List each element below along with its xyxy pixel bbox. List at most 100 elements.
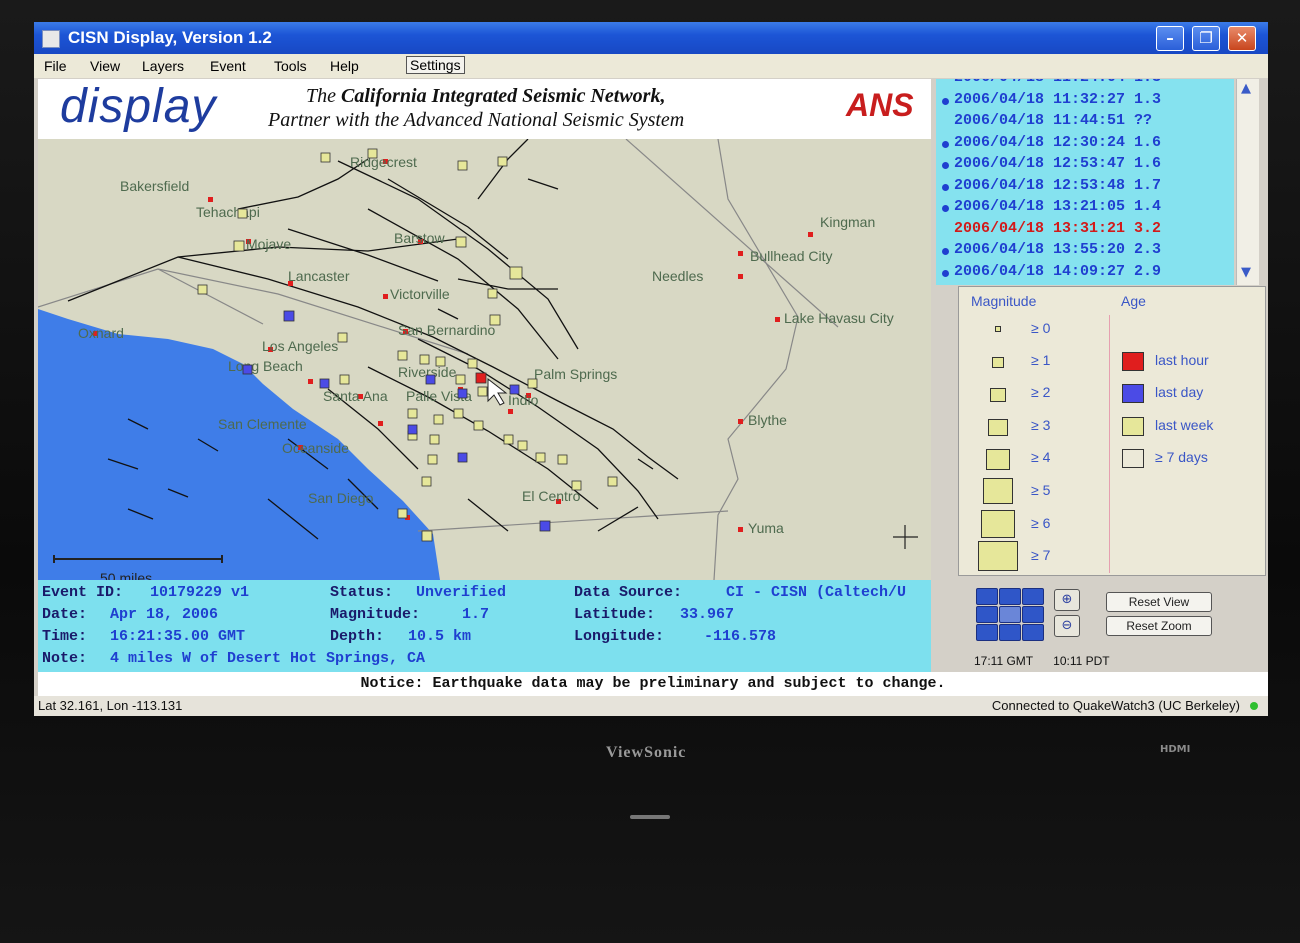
- city-label: Long Beach: [228, 358, 303, 374]
- legend-mag-label: ≥ 7: [1031, 547, 1051, 563]
- event-list-row[interactable]: 2006/04/18 11:24:04 1.3: [942, 79, 1161, 86]
- pan-down-icon[interactable]: [999, 624, 1021, 641]
- settings-button[interactable]: Settings: [406, 56, 465, 74]
- app-icon: [42, 30, 60, 48]
- data-source-label: Data Source:: [574, 584, 683, 601]
- seismic-map[interactable]: Bakersfield Tehachapi Mojave Ridgecrest …: [38, 139, 931, 580]
- pan-up-left-icon[interactable]: [976, 588, 998, 605]
- clock: 17:11 GMT 10:11 PDT: [974, 654, 1110, 668]
- event-list-row[interactable]: 2006/04/18 14:09:27 2.9: [942, 263, 1161, 280]
- city-label: San Diego: [308, 490, 374, 506]
- menu-layers[interactable]: Layers: [142, 58, 184, 74]
- magnitude-label: Magnitude:: [330, 606, 421, 623]
- legend-age-label: last day: [1155, 384, 1204, 400]
- legend-mag-label: ≥ 1: [1031, 352, 1051, 368]
- event-list-text: 2006/04/18 11:44:51 ??: [954, 112, 1153, 129]
- city-label: Palm Springs: [534, 366, 617, 382]
- minimize-button[interactable]: –: [1156, 26, 1184, 51]
- event-list-row[interactable]: 2006/04/18 11:44:51 ??: [942, 112, 1152, 129]
- city-label: Santa Ana: [323, 388, 388, 404]
- legend-age-swatch-older: [1122, 449, 1144, 468]
- event-list-text: 2006/04/18 12:53:48 1.7: [954, 176, 1162, 194]
- zoom-in-icon[interactable]: ⊕: [1054, 589, 1080, 611]
- zoom-out-icon[interactable]: ⊖: [1054, 615, 1080, 637]
- scroll-down-icon[interactable]: ▼: [1241, 265, 1251, 280]
- legend-mag-swatch: [990, 388, 1006, 402]
- event-bullet-icon: [942, 205, 949, 212]
- event-note: 4 miles W of Desert Hot Springs, CA: [110, 650, 426, 667]
- pan-left-icon[interactable]: [976, 606, 998, 623]
- pan-up-icon[interactable]: [999, 588, 1021, 605]
- screen: CISN Display, Version 1.2 – ❐ ✕ File Vie…: [34, 22, 1268, 716]
- event-list[interactable]: 2006/04/18 11:24:04 1.3 2006/04/18 11:32:…: [936, 79, 1234, 285]
- pan-right-icon[interactable]: [1022, 606, 1044, 623]
- event-data-source: CI - CISN (Caltech/U: [726, 584, 907, 601]
- event-magnitude: 1.7: [462, 606, 490, 623]
- banner-line-1: The California Integrated Seismic Networ…: [306, 85, 666, 107]
- event-time: 16:21:35.00 GMT: [110, 628, 246, 645]
- power-led: [630, 815, 670, 819]
- banner: display The California Integrated Seismi…: [38, 79, 931, 139]
- pan-center-icon[interactable]: [999, 606, 1021, 623]
- event-longitude: -116.578: [704, 628, 777, 645]
- city-label: Needles: [652, 268, 703, 284]
- close-button[interactable]: ✕: [1228, 26, 1256, 51]
- event-bullet-icon: [942, 140, 949, 148]
- city-label: Oceanside: [282, 440, 349, 456]
- legend-mag-swatch: [986, 449, 1010, 470]
- event-bullet-icon: [942, 97, 949, 105]
- pan-down-right-icon[interactable]: [1022, 624, 1044, 641]
- legend-age-label: last week: [1155, 417, 1214, 433]
- menu-event[interactable]: Event: [210, 58, 246, 74]
- event-list-scrollbar[interactable]: ▲ ▼: [1236, 79, 1259, 285]
- reset-zoom-button[interactable]: Reset Zoom: [1106, 616, 1212, 636]
- menu-view[interactable]: View: [90, 58, 120, 74]
- city-label: Blythe: [748, 412, 787, 428]
- event-list-row[interactable]: 2006/04/18 13:31:21 3.2: [942, 220, 1161, 237]
- event-list-row[interactable]: 2006/04/18 13:21:05 1.4: [942, 198, 1161, 215]
- time-label: Time:: [42, 628, 88, 645]
- maximize-button[interactable]: ❐: [1192, 26, 1220, 51]
- latitude-label: Latitude:: [574, 606, 656, 623]
- city-label: Bakersfield: [120, 178, 189, 194]
- monitor-brand: ViewSonic: [606, 744, 687, 761]
- legend-mag-label: ≥ 5: [1031, 482, 1051, 498]
- pan-down-left-icon[interactable]: [976, 624, 998, 641]
- event-list-text: 2006/04/18 11:32:27 1.3: [954, 90, 1162, 108]
- menu-help[interactable]: Help: [330, 58, 359, 74]
- legend-age-label: ≥ 7 days: [1155, 449, 1208, 465]
- event-list-text: 2006/04/18 13:55:20 2.3: [954, 241, 1162, 258]
- status-bar: Lat 32.161, Lon -113.131 Connected to Qu…: [34, 696, 1268, 716]
- city-label: Tehachapi: [196, 204, 260, 220]
- city-label: Los Angeles: [262, 338, 338, 354]
- event-list-row[interactable]: 2006/04/18 12:53:48 1.7: [942, 177, 1161, 194]
- notice-bar: Notice: Earthquake data may be prelimina…: [38, 672, 1268, 696]
- banner-line-2: Partner with the Advanced National Seism…: [268, 109, 685, 131]
- legend-magnitude-header: Magnitude: [971, 293, 1037, 309]
- scroll-up-icon[interactable]: ▲: [1241, 81, 1251, 96]
- event-list-row[interactable]: 2006/04/18 12:30:24 1.6: [942, 134, 1161, 151]
- pan-up-right-icon[interactable]: [1022, 588, 1044, 605]
- legend-mag-swatch: [978, 541, 1018, 571]
- event-bullet-icon: [942, 162, 949, 169]
- reset-view-button[interactable]: Reset View: [1106, 592, 1212, 612]
- legend-age-header: Age: [1121, 293, 1146, 309]
- pan-control[interactable]: [976, 588, 1044, 641]
- event-id-label: Event ID:: [42, 584, 124, 601]
- legend-mag-label: ≥ 3: [1031, 417, 1051, 433]
- event-list-row[interactable]: 2006/04/18 11:32:27 1.3: [942, 91, 1161, 108]
- event-list-text: 2006/04/18 13:21:05 1.4: [954, 198, 1162, 215]
- event-list-row[interactable]: 2006/04/18 13:55:20 2.3: [942, 241, 1161, 258]
- event-list-text: 2006/04/18 12:53:47 1.6: [954, 155, 1162, 172]
- menu-file[interactable]: File: [44, 58, 67, 74]
- legend-mag-swatch: [983, 478, 1013, 504]
- cursor-coordinates: Lat 32.161, Lon -113.131: [38, 698, 183, 713]
- city-label: Mojave: [246, 236, 291, 252]
- event-list-row[interactable]: 2006/04/18 12:53:47 1.6: [942, 155, 1161, 172]
- city-label: Ridgecrest: [350, 154, 417, 170]
- title-bar[interactable]: CISN Display, Version 1.2 – ❐ ✕: [34, 22, 1268, 54]
- legend-age-label: last hour: [1155, 352, 1209, 368]
- menu-tools[interactable]: Tools: [274, 58, 307, 74]
- connection-status: Connected to QuakeWatch3 (UC Berkeley): [991, 698, 1240, 713]
- event-list-text: 2006/04/18 11:24:04 1.3: [954, 79, 1161, 86]
